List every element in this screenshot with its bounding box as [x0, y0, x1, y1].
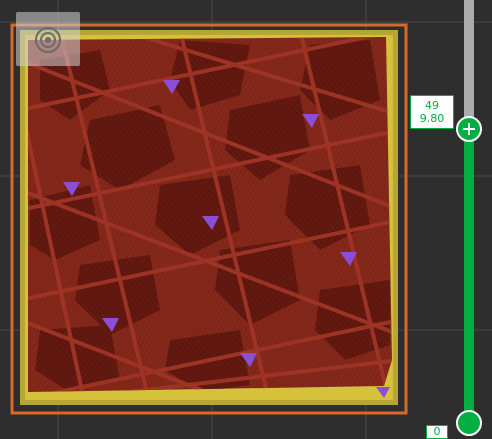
legend-toggle-icon — [35, 27, 61, 53]
top-layer-height: 9.80 — [419, 112, 445, 125]
layer-slider[interactable] — [456, 0, 482, 439]
top-layer-label: 49 9.80 — [410, 95, 454, 129]
bottom-layer-label: 0 — [426, 425, 448, 439]
layer-slider-track-upper[interactable] — [464, 0, 474, 129]
layer-slider-track-range[interactable] — [464, 129, 474, 422]
legend-toggle-button[interactable] — [16, 12, 80, 66]
bottom-layer-number: 0 — [433, 425, 441, 438]
layer-slider-top-handle[interactable] — [456, 116, 482, 142]
layer-slider-bottom-handle[interactable] — [456, 410, 482, 436]
top-layer-number: 49 — [425, 99, 439, 112]
plus-icon — [463, 123, 475, 135]
